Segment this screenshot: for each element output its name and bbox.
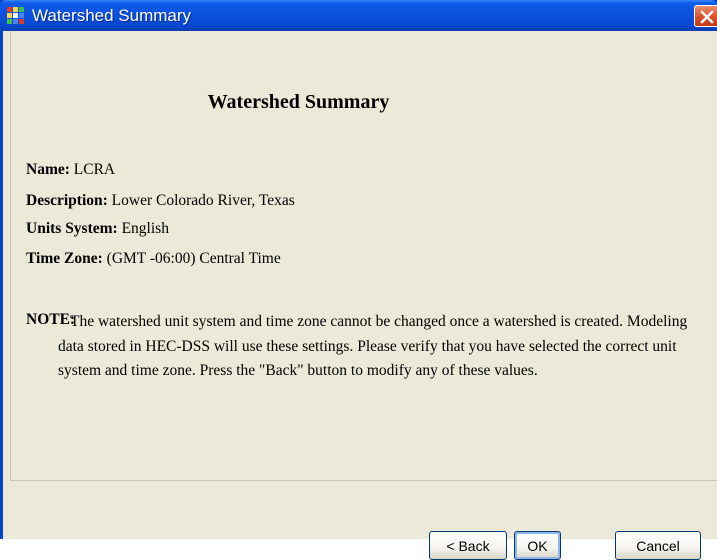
close-button[interactable] <box>694 5 717 27</box>
window-title: Watershed Summary <box>32 6 192 25</box>
ok-button[interactable]: OK <box>514 531 561 560</box>
title-bar[interactable]: Watershed Summary <box>0 0 717 31</box>
summary-heading: Watershed Summary <box>207 91 390 113</box>
units-system-row: Units System: English <box>26 220 169 238</box>
cancel-button[interactable]: Cancel <box>615 531 701 560</box>
summary-panel: Watershed Summary Name: LCRA Description… <box>10 31 717 481</box>
description-label: Description: <box>26 192 108 209</box>
units-system-label: Units System: <box>26 220 118 237</box>
back-button[interactable]: < Back <box>429 531 507 560</box>
close-icon <box>700 10 714 24</box>
name-row: Name: LCRA <box>26 161 115 179</box>
name-value: LCRA <box>69 161 116 178</box>
description-row: Description: Lower Colorado River, Texas <box>26 192 295 210</box>
time-zone-row: Time Zone: (GMT -06:00) Central Time <box>26 250 281 268</box>
time-zone-label: Time Zone: <box>26 250 103 267</box>
note-text: The watershed unit system and time zone … <box>58 313 688 379</box>
watershed-summary-dialog: Watershed Summary Watershed Summary Name… <box>0 0 717 560</box>
description-value: Lower Colorado River, Texas <box>107 192 295 209</box>
hec-hms-grid-icon <box>7 7 24 24</box>
dialog-client-area: Watershed Summary Name: LCRA Description… <box>3 31 717 560</box>
units-system-value: English <box>117 220 169 237</box>
time-zone-value: (GMT -06:00) Central Time <box>102 250 281 267</box>
name-label: Name: <box>26 161 70 178</box>
